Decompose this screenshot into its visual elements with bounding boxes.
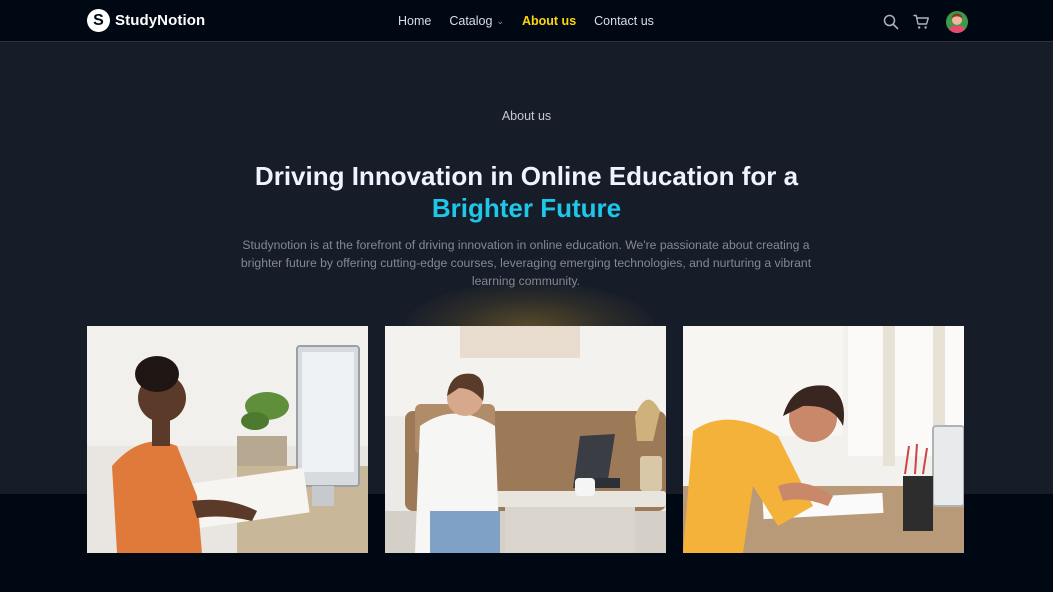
page-heading: Driving Innovation in Online Education f… xyxy=(0,160,1053,224)
nav-link-contact[interactable]: Contact us xyxy=(594,14,654,28)
about-image-3 xyxy=(683,326,964,553)
nav-links: Home Catalog ⌄ About us Contact us xyxy=(398,14,654,28)
nav-link-home[interactable]: Home xyxy=(398,14,431,28)
about-image-1 xyxy=(87,326,368,553)
heading-line-1: Driving Innovation in Online Education f… xyxy=(254,161,799,191)
photo-gallery xyxy=(87,326,964,553)
avatar[interactable] xyxy=(946,11,968,33)
about-image-2 xyxy=(385,326,666,553)
cart-icon[interactable] xyxy=(912,13,930,31)
nav-link-catalog-label: Catalog xyxy=(449,14,493,28)
nav-icons xyxy=(882,11,968,33)
nav-link-catalog[interactable]: Catalog ⌄ xyxy=(449,14,504,28)
logo-icon: S xyxy=(87,9,110,32)
navbar: S StudyNotion Home Catalog ⌄ About us Co… xyxy=(0,0,1053,42)
logo[interactable]: S StudyNotion xyxy=(87,9,205,32)
heading-highlight: Brighter Future xyxy=(431,193,622,223)
chevron-down-icon: ⌄ xyxy=(496,15,504,26)
search-icon[interactable] xyxy=(882,13,900,31)
page-eyebrow: About us xyxy=(501,109,552,123)
logo-text: StudyNotion xyxy=(115,12,206,29)
nav-link-about[interactable]: About us xyxy=(522,14,576,28)
